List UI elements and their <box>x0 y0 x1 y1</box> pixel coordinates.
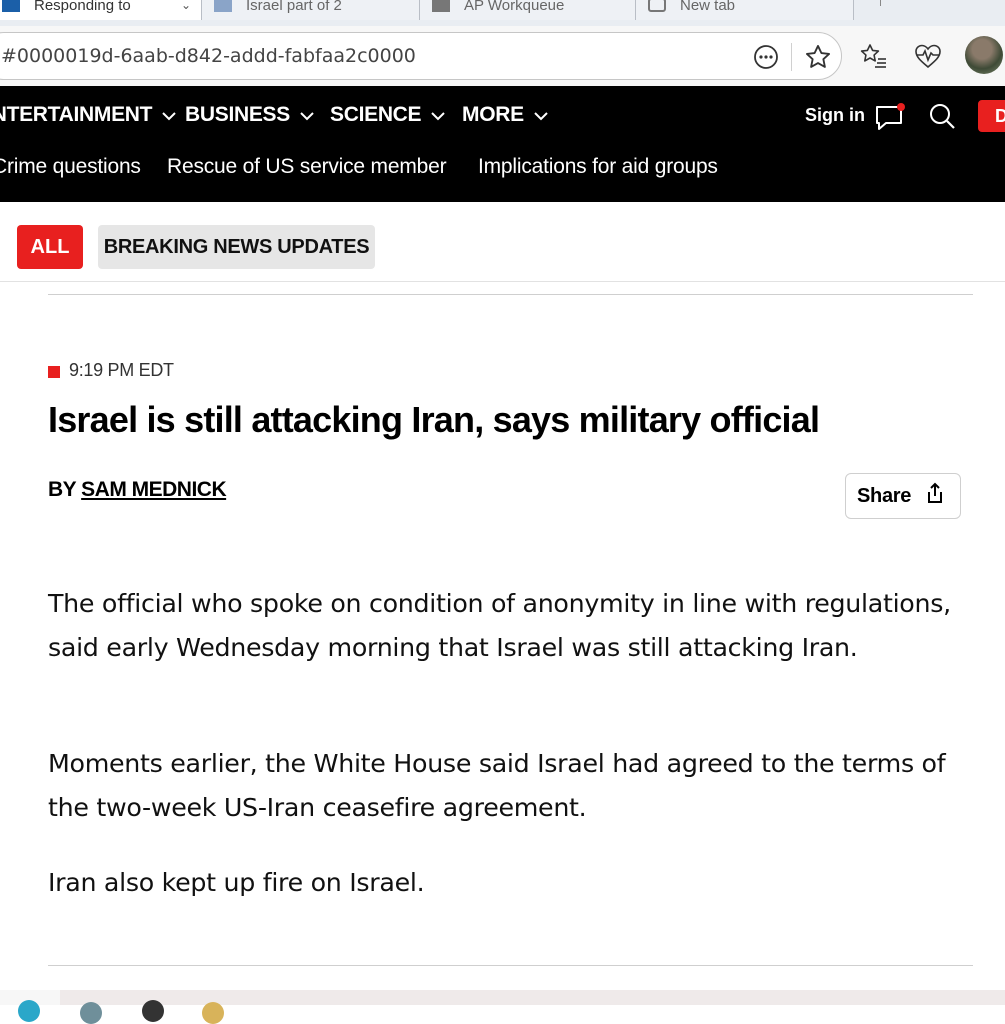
tab-title: Israel part of 2 <box>246 0 342 14</box>
live-indicator-icon <box>48 366 60 378</box>
page-favicon-icon <box>2 0 20 12</box>
share-button[interactable]: Share <box>845 473 961 519</box>
byline-prefix: BY <box>48 478 76 501</box>
browser-tab-strip: Responding to ⌄ Israel part of 2 AP Work… <box>0 0 1005 26</box>
comments-icon[interactable] <box>874 102 906 132</box>
topic-link[interactable]: Crime questions <box>0 155 141 179</box>
browser-toolbar: #0000019d-6aab-d842-addd-fabfaa2c0000 <box>0 26 1005 86</box>
post-paragraph: The official who spoke on condition of a… <box>48 589 951 662</box>
donate-button[interactable]: D <box>978 100 1005 132</box>
nav-label: SCIENCE <box>330 103 422 126</box>
new-tab-page-icon <box>648 0 666 12</box>
browser-tab[interactable]: AP Workqueue <box>420 0 636 20</box>
search-icon[interactable] <box>928 102 960 132</box>
sign-in-link[interactable]: Sign in <box>805 105 865 126</box>
post-headline: Israel is still attacking Iran, says mil… <box>48 399 820 440</box>
nav-science[interactable]: SCIENCE <box>330 103 445 127</box>
tab-title: Responding to <box>34 0 131 14</box>
topic-link[interactable]: Implications for aid groups <box>478 155 718 179</box>
divider <box>791 43 792 71</box>
address-bar[interactable]: #0000019d-6aab-d842-addd-fabfaa2c0000 <box>0 32 842 80</box>
chevron-down-icon <box>300 103 314 127</box>
app-icon[interactable] <box>18 1000 40 1022</box>
browser-tab[interactable]: New tab <box>636 0 854 20</box>
taskbar-left <box>0 990 60 1022</box>
tab-separator <box>880 0 881 6</box>
taskbar-edge <box>0 990 1005 1024</box>
url-text[interactable]: #0000019d-6aab-d842-addd-fabfaa2c0000 <box>1 45 416 67</box>
divider <box>48 294 973 295</box>
browser-tab[interactable]: Israel part of 2 <box>202 0 420 20</box>
topic-link[interactable]: Rescue of US service member <box>167 155 447 179</box>
nav-entertainment[interactable]: ENTERTAINMENT <box>0 103 176 127</box>
app-icon[interactable] <box>202 1002 224 1024</box>
chevron-down-icon <box>162 103 176 127</box>
nav-more[interactable]: MORE <box>462 103 548 127</box>
divider <box>0 281 1005 282</box>
page-favicon-icon <box>432 0 450 12</box>
app-icon[interactable] <box>142 1000 164 1022</box>
tab-title: AP Workqueue <box>464 0 565 14</box>
post-byline: BY SAM MEDNICK <box>48 478 227 502</box>
page-favicon-icon <box>214 0 232 12</box>
nav-label: BUSINESS <box>185 103 290 126</box>
chevron-down-icon <box>431 103 445 127</box>
chevron-down-icon <box>534 103 548 127</box>
filter-breaking-news-button[interactable]: BREAKING NEWS UPDATES <box>98 225 375 269</box>
more-options-icon[interactable] <box>751 42 781 72</box>
share-label: Share <box>857 484 912 507</box>
divider <box>48 965 973 966</box>
profile-avatar[interactable] <box>965 36 1003 74</box>
filter-all-button[interactable]: ALL <box>17 225 83 269</box>
favorites-icon[interactable] <box>857 40 889 72</box>
tab-title: New tab <box>680 0 736 14</box>
chevron-down-icon: ⌄ <box>180 0 191 12</box>
post-paragraph: Moments earlier, the White House said Is… <box>48 749 946 822</box>
favorite-star-icon[interactable] <box>803 42 833 72</box>
nav-label: ENTERTAINMENT <box>0 103 153 126</box>
nav-business[interactable]: BUSINESS <box>185 103 314 127</box>
app-icon[interactable] <box>80 1002 102 1024</box>
share-icon <box>925 482 945 510</box>
author-link[interactable]: SAM MEDNICK <box>81 478 227 501</box>
site-navigation: ENTERTAINMENT BUSINESS SCIENCE MORE Sign… <box>0 86 1005 202</box>
post-paragraph: Iran also kept up fire on Israel. <box>48 868 425 897</box>
nav-label: MORE <box>462 103 524 126</box>
browser-health-icon[interactable] <box>912 40 944 72</box>
post-timestamp: 9:19 PM EDT <box>69 360 174 380</box>
browser-tab[interactable]: Responding to ⌄ <box>0 0 202 20</box>
